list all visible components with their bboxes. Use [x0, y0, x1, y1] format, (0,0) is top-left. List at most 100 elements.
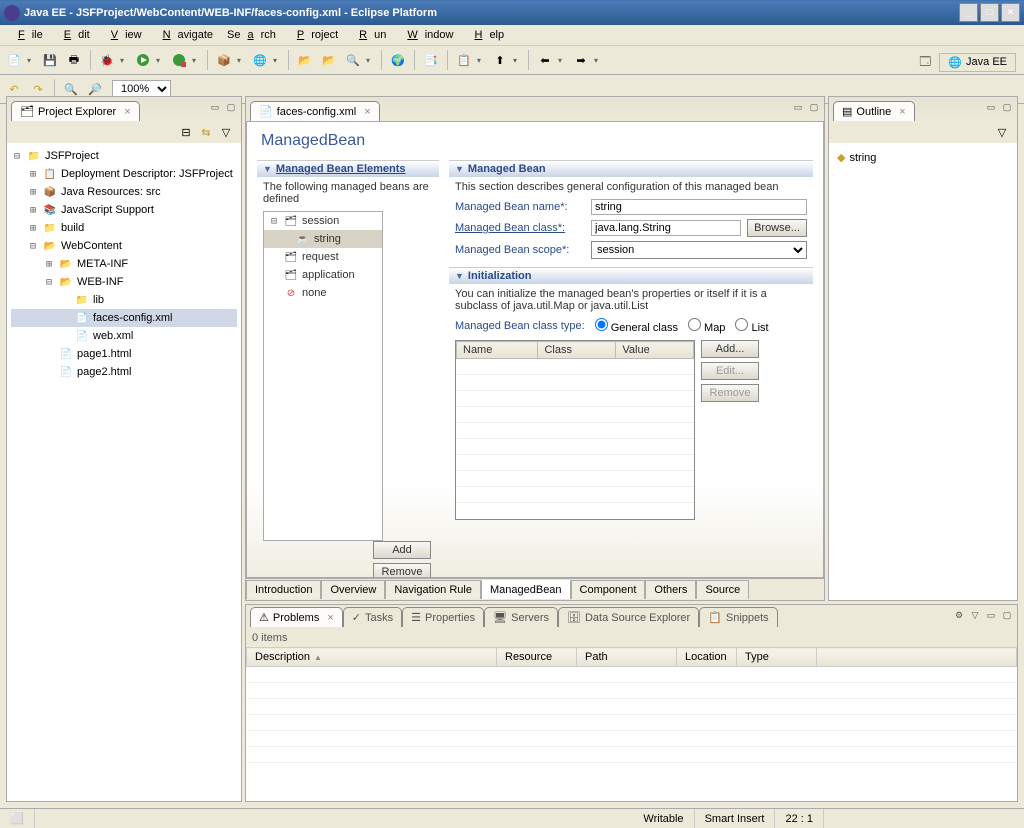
folder-open-icon: 📂 [42, 238, 58, 254]
radio-list[interactable]: List [735, 318, 768, 334]
tab-outline[interactable]: ▤ Outline × [833, 101, 915, 121]
section-managed-bean-elements[interactable]: ▼Managed Bean Elements [257, 161, 439, 177]
bean-class-input[interactable] [591, 220, 741, 236]
minimize-view-icon[interactable]: ▭ [984, 100, 998, 114]
new-server-icon[interactable]: 📦 [213, 49, 235, 71]
save-icon[interactable]: 💾 [39, 49, 61, 71]
menu-help[interactable]: Help [460, 27, 511, 43]
remove-bean-button[interactable]: Remove [373, 563, 431, 578]
tab-project-explorer[interactable]: 🗂 Project Explorer × [11, 101, 140, 121]
minimize-view-icon[interactable]: ▭ [984, 608, 998, 622]
web-browser-icon[interactable]: 🌍 [387, 49, 409, 71]
editor-tab-faces-config[interactable]: 📄 faces-config.xml × [250, 101, 380, 121]
problems-table[interactable]: Description▲ Resource Path Location Type [246, 647, 1017, 763]
minimize-view-icon[interactable]: ▭ [208, 100, 222, 114]
outline-icon: ▤ [842, 105, 852, 118]
forward-icon[interactable]: ➡ [570, 49, 592, 71]
tab-component[interactable]: Component [571, 580, 646, 599]
annotation-icon[interactable]: 📋 [453, 49, 475, 71]
menu-run[interactable]: Run [345, 27, 393, 43]
minimize-button[interactable]: _ [959, 3, 978, 22]
collapse-all-icon[interactable]: ⊟ [177, 123, 195, 141]
tab-source[interactable]: Source [696, 580, 749, 599]
browse-class-button[interactable]: Browse... [747, 219, 807, 237]
maximize-editor-icon[interactable]: ▢ [807, 100, 821, 114]
menu-file[interactable]: File [4, 27, 50, 43]
view-menu-icon[interactable]: ▽ [968, 608, 982, 622]
menu-search[interactable]: Search [220, 27, 283, 43]
section-managed-bean[interactable]: ▼Managed Bean [449, 161, 813, 177]
section-initialization[interactable]: ▼Initialization [449, 268, 813, 284]
properties-table[interactable]: NameClassValue [455, 340, 695, 520]
xml-file-icon: 📄 [74, 310, 90, 326]
open-perspective-icon[interactable]: 🗔 [914, 51, 936, 73]
globe-icon[interactable]: 🌐 [249, 49, 271, 71]
link-editor-icon[interactable]: ⇆ [197, 123, 215, 141]
add-prop-button[interactable]: Add... [701, 340, 759, 358]
tab-introduction[interactable]: Introduction [246, 580, 321, 599]
close-tab-icon[interactable]: × [327, 612, 333, 624]
tab-problems[interactable]: ⚠Problems× [250, 607, 343, 627]
debug-icon[interactable]: 🐞 [96, 49, 118, 71]
new-icon[interactable]: 📄 [3, 49, 25, 71]
minimize-editor-icon[interactable]: ▭ [791, 100, 805, 114]
menubar: File Edit View Navigate Search Project R… [0, 25, 1024, 46]
add-bean-button[interactable]: Add [373, 541, 431, 559]
open-task-icon[interactable]: 📂 [318, 49, 340, 71]
bean-scope-select[interactable]: session [591, 241, 807, 259]
tab-others[interactable]: Others [645, 580, 696, 599]
folder-open-icon: 📂 [58, 274, 74, 290]
problems-count: 0 items [246, 629, 1017, 647]
bean-outline-icon: ◆ [837, 151, 845, 164]
maximize-view-icon[interactable]: ▢ [1000, 100, 1014, 114]
tab-overview[interactable]: Overview [321, 580, 385, 599]
datasource-icon: 🗄 [567, 611, 581, 624]
outline-item[interactable]: ◆ string [835, 149, 1011, 166]
menu-edit[interactable]: Edit [50, 27, 97, 43]
menu-window[interactable]: Window [393, 27, 460, 43]
project-tree[interactable]: ⊟📁JSFProject ⊞📋Deployment Descriptor: JS… [7, 143, 241, 385]
properties-icon: ☰ [411, 611, 421, 624]
edit-prop-button[interactable]: Edit... [701, 362, 759, 380]
menu-view[interactable]: View [97, 27, 149, 43]
close-tab-icon[interactable]: × [364, 106, 370, 118]
maximize-view-icon[interactable]: ▢ [224, 100, 238, 114]
managed-beans-tree[interactable]: ⊟🗂session ☕string 🗂request 🗂application … [263, 211, 383, 541]
search-icon[interactable]: 🔍 [342, 49, 364, 71]
bean-name-input[interactable] [591, 199, 807, 215]
bean-class-label[interactable]: Managed Bean class*: [455, 222, 585, 234]
maximize-view-icon[interactable]: ▢ [1000, 608, 1014, 622]
tab-managedbean[interactable]: ManagedBean [481, 580, 571, 599]
close-tab-icon[interactable]: × [899, 106, 905, 118]
run-icon[interactable] [132, 49, 154, 71]
tab-snippets[interactable]: 📋Snippets [699, 607, 778, 627]
maximize-button[interactable]: □ [980, 3, 999, 22]
view-menu-icon[interactable]: ▽ [993, 123, 1011, 141]
radio-general[interactable]: General class [595, 318, 678, 334]
tab-navigation-rule[interactable]: Navigation Rule [385, 580, 481, 599]
toggle-mark-icon[interactable]: 📑 [420, 49, 442, 71]
status-insert: Smart Insert [695, 809, 776, 828]
view-menu-icon[interactable]: ▽ [217, 123, 235, 141]
project-icon: 📁 [26, 148, 42, 164]
tab-properties[interactable]: ☰Properties [402, 607, 484, 627]
javaee-icon: 🌐 [948, 56, 962, 69]
back-icon[interactable]: ⬅ [534, 49, 556, 71]
tab-data-source[interactable]: 🗄Data Source Explorer [558, 607, 699, 627]
tab-tasks[interactable]: ✓Tasks [343, 607, 402, 627]
status-launch-icon: ⬜ [0, 809, 35, 828]
run-last-icon[interactable] [168, 49, 190, 71]
close-tab-icon[interactable]: × [124, 106, 130, 118]
print-icon[interactable]: 🖶 [63, 49, 85, 71]
menu-project[interactable]: Project [283, 27, 345, 43]
next-annotation-icon[interactable]: ⬆ [489, 49, 511, 71]
radio-map[interactable]: Map [688, 318, 725, 334]
menu-navigate[interactable]: Navigate [149, 27, 220, 43]
filter-icon[interactable]: ⚙ [952, 608, 966, 622]
open-type-icon[interactable]: 📂 [294, 49, 316, 71]
tab-servers[interactable]: 🖥Servers [484, 607, 558, 627]
close-button[interactable]: × [1001, 3, 1020, 22]
perspective-javaee[interactable]: 🌐 Java EE [939, 53, 1016, 72]
remove-prop-button[interactable]: Remove [701, 384, 759, 402]
editor-page-title: ManagedBean [247, 122, 823, 160]
